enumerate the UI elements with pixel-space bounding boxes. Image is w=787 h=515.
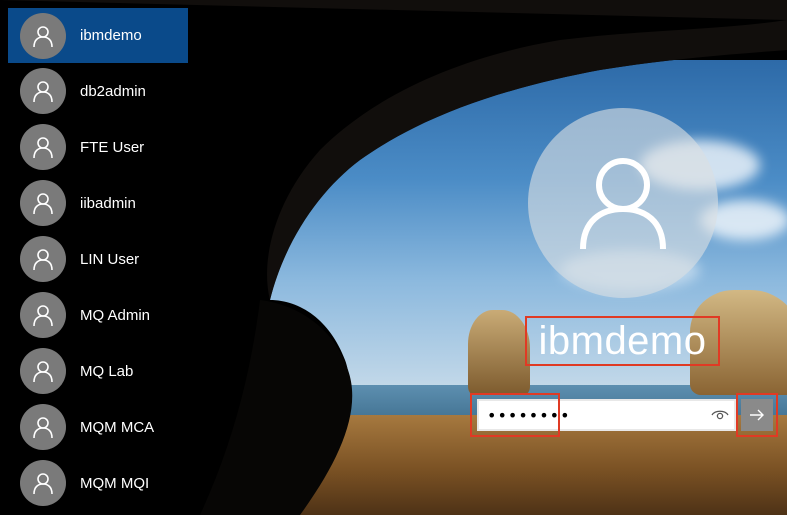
user-item[interactable]: MQM MCA [8,399,188,455]
user-item[interactable]: MQ Lab [8,343,188,399]
person-icon [33,137,53,159]
person-icon [33,417,53,439]
user-name: MQ Lab [80,362,134,380]
user-item[interactable]: LIN User [8,231,188,287]
eye-icon[interactable] [710,407,730,423]
person-icon [580,158,666,250]
password-highlight [470,393,560,437]
user-item[interactable]: MQM MQI [8,455,188,511]
user-item[interactable]: MQ Admin [8,287,188,343]
user-avatar [20,236,66,282]
person-icon [33,81,53,103]
user-name: ibmdemo [80,27,142,44]
user-list: ibmdemo db2admin FTE User iibadmin LIN User M… [8,8,188,511]
user-avatar [20,404,66,450]
user-item[interactable]: iibadmin [8,175,188,231]
user-name: db2admin [80,82,146,100]
user-avatar [20,348,66,394]
user-name: MQM MQI [80,474,150,492]
person-icon [33,473,53,495]
username-highlight: ibmdemo [525,316,720,366]
user-avatar-large [528,108,718,298]
user-avatar [20,124,66,170]
user-name: FTE User [80,138,145,156]
user-item[interactable]: ibmdemo [8,8,188,63]
submit-highlight [736,393,778,437]
user-name: iibadmin [80,194,136,212]
person-icon [33,193,53,215]
user-item[interactable]: FTE User [8,119,188,175]
user-avatar [20,12,66,59]
person-icon [33,305,53,327]
user-avatar [20,180,66,226]
user-avatar [20,460,66,506]
person-icon [33,361,53,383]
user-name: LIN User [80,250,140,268]
person-icon [33,25,53,47]
user-name: MQ Admin [80,306,151,324]
username-label: ibmdemo [538,319,707,363]
person-icon [33,249,53,271]
user-avatar [20,68,66,114]
user-name: MQM MCA [80,418,155,436]
user-item[interactable]: db2admin [8,63,188,119]
user-avatar [20,292,66,338]
